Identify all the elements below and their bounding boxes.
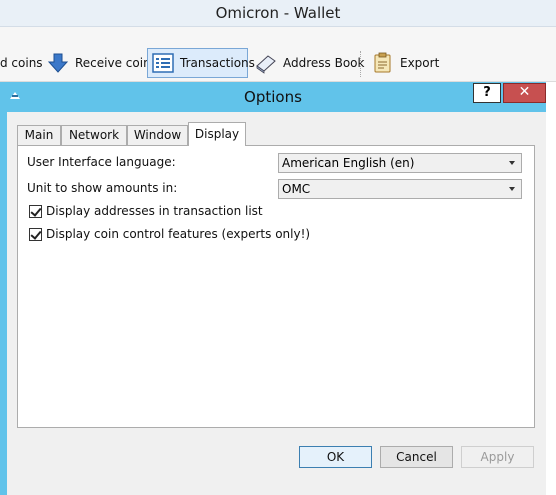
- chevron-down-icon: [509, 161, 515, 165]
- options-dialog: Options ? ✕ Main Network Window Display …: [0, 82, 546, 495]
- export-clipboard-icon: [372, 52, 394, 74]
- export-button[interactable]: Export: [372, 48, 439, 78]
- options-dialog-body: Main Network Window Display User Interfa…: [7, 112, 546, 495]
- cancel-button[interactable]: Cancel: [380, 446, 453, 468]
- language-select-value: American English (en): [282, 156, 415, 170]
- tab-main[interactable]: Main: [17, 125, 61, 145]
- receive-coins-button[interactable]: Receive coins: [47, 48, 157, 78]
- transactions-list-icon: [152, 52, 174, 74]
- tab-network[interactable]: Network: [61, 125, 127, 145]
- main-window-titlebar: Omicron - Wallet: [0, 0, 556, 27]
- address-book-icon: [255, 52, 277, 74]
- receive-coins-label: Receive coins: [75, 56, 157, 70]
- main-window-title: Omicron - Wallet: [215, 4, 341, 22]
- unit-select-value: OMC: [282, 182, 311, 196]
- language-select[interactable]: American English (en): [278, 153, 522, 173]
- transactions-label: Transactions: [180, 56, 255, 70]
- transactions-button[interactable]: Transactions: [147, 48, 255, 78]
- send-coins-label: d coins: [0, 56, 43, 70]
- receive-arrow-icon: [47, 52, 69, 74]
- chevron-down-icon: [509, 187, 515, 191]
- coin-control-label: Display coin control features (experts o…: [46, 227, 311, 241]
- options-dialog-title: Options: [244, 88, 302, 106]
- apply-button[interactable]: Apply: [461, 446, 534, 468]
- toolbar: d coins Receive coins Transactions Addre…: [0, 27, 556, 82]
- tab-display[interactable]: Display: [188, 122, 246, 146]
- coin-control-checkbox[interactable]: [29, 228, 42, 241]
- options-dialog-titlebar[interactable]: Options ? ✕: [0, 82, 546, 112]
- display-tab-panel: User Interface language: American Englis…: [17, 145, 535, 428]
- unit-label: Unit to show amounts in:: [27, 181, 178, 195]
- display-addresses-checkbox[interactable]: [29, 205, 42, 218]
- close-button[interactable]: ✕: [503, 83, 546, 103]
- help-button[interactable]: ?: [473, 83, 501, 103]
- export-label: Export: [400, 56, 440, 70]
- unit-select[interactable]: OMC: [278, 179, 522, 199]
- language-label: User Interface language:: [27, 155, 176, 169]
- toolbar-separator: [360, 51, 362, 77]
- tab-window[interactable]: Window: [127, 125, 188, 145]
- address-book-button[interactable]: Address Book: [255, 48, 364, 78]
- address-book-label: Address Book: [283, 56, 365, 70]
- display-addresses-label: Display addresses in transaction list: [46, 204, 263, 218]
- send-coins-button[interactable]: d coins: [0, 48, 43, 78]
- ok-button[interactable]: OK: [299, 446, 372, 468]
